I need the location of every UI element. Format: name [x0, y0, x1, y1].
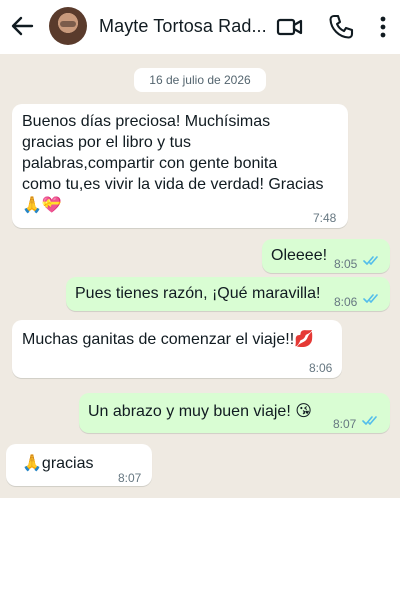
- message-text: Oleeee!: [271, 247, 328, 264]
- incoming-message[interactable]: 🙏gracias 8:07: [6, 444, 152, 486]
- more-options-icon[interactable]: [368, 12, 398, 42]
- read-ticks-icon: [362, 416, 377, 425]
- video-call-icon[interactable]: [275, 12, 305, 42]
- message-line: Buenos días preciosa! Muchísimas: [22, 113, 271, 130]
- message-time: 8:07: [118, 471, 142, 485]
- blank-bottom-area: [0, 498, 400, 600]
- chat-header: Mayte Tortosa Rad...: [0, 0, 400, 54]
- outgoing-message[interactable]: Oleeee! 8:05: [262, 239, 390, 273]
- message-line: 🙏💝: [22, 197, 62, 214]
- message-line: gracias por el libro y tus: [22, 134, 191, 151]
- read-ticks-icon: [363, 294, 378, 303]
- message-text: Buenos días preciosa! Muchísimas gracias…: [22, 111, 323, 216]
- message-text: 🙏gracias: [22, 455, 94, 472]
- message-text: Muchas ganitas de comenzar el viaje!!💋: [22, 331, 315, 348]
- incoming-message[interactable]: Muchas ganitas de comenzar el viaje!!💋 8…: [12, 320, 342, 378]
- back-arrow-icon[interactable]: [6, 10, 38, 42]
- message-text: Un abrazo y muy buen viaje! 😘: [88, 403, 312, 420]
- message-time: 8:06: [334, 295, 358, 309]
- outgoing-message[interactable]: Pues tienes razón, ¡Qué maravilla! 8:06: [66, 277, 390, 311]
- message-time: 7:48: [313, 211, 337, 225]
- incoming-message[interactable]: Buenos días preciosa! Muchísimas gracias…: [12, 104, 348, 228]
- chat-area[interactable]: 16 de julio de 2026 Buenos días preciosa…: [0, 54, 400, 498]
- message-line: palabras,compartir con gente bonita: [22, 155, 278, 172]
- avatar[interactable]: [49, 7, 87, 45]
- date-separator: 16 de julio de 2026: [134, 68, 266, 92]
- read-ticks-icon: [363, 256, 378, 265]
- message-time: 8:07: [333, 417, 357, 431]
- message-time: 8:05: [334, 257, 358, 271]
- contact-name[interactable]: Mayte Tortosa Rad...: [99, 16, 269, 37]
- phone-icon[interactable]: [326, 12, 356, 42]
- outgoing-message[interactable]: Un abrazo y muy buen viaje! 😘 8:07: [79, 393, 390, 433]
- message-text: Pues tienes razón, ¡Qué maravilla!: [75, 285, 321, 302]
- message-line: como tu,es vivir la vida de verdad! Grac…: [22, 176, 324, 193]
- message-time: 8:06: [309, 361, 333, 375]
